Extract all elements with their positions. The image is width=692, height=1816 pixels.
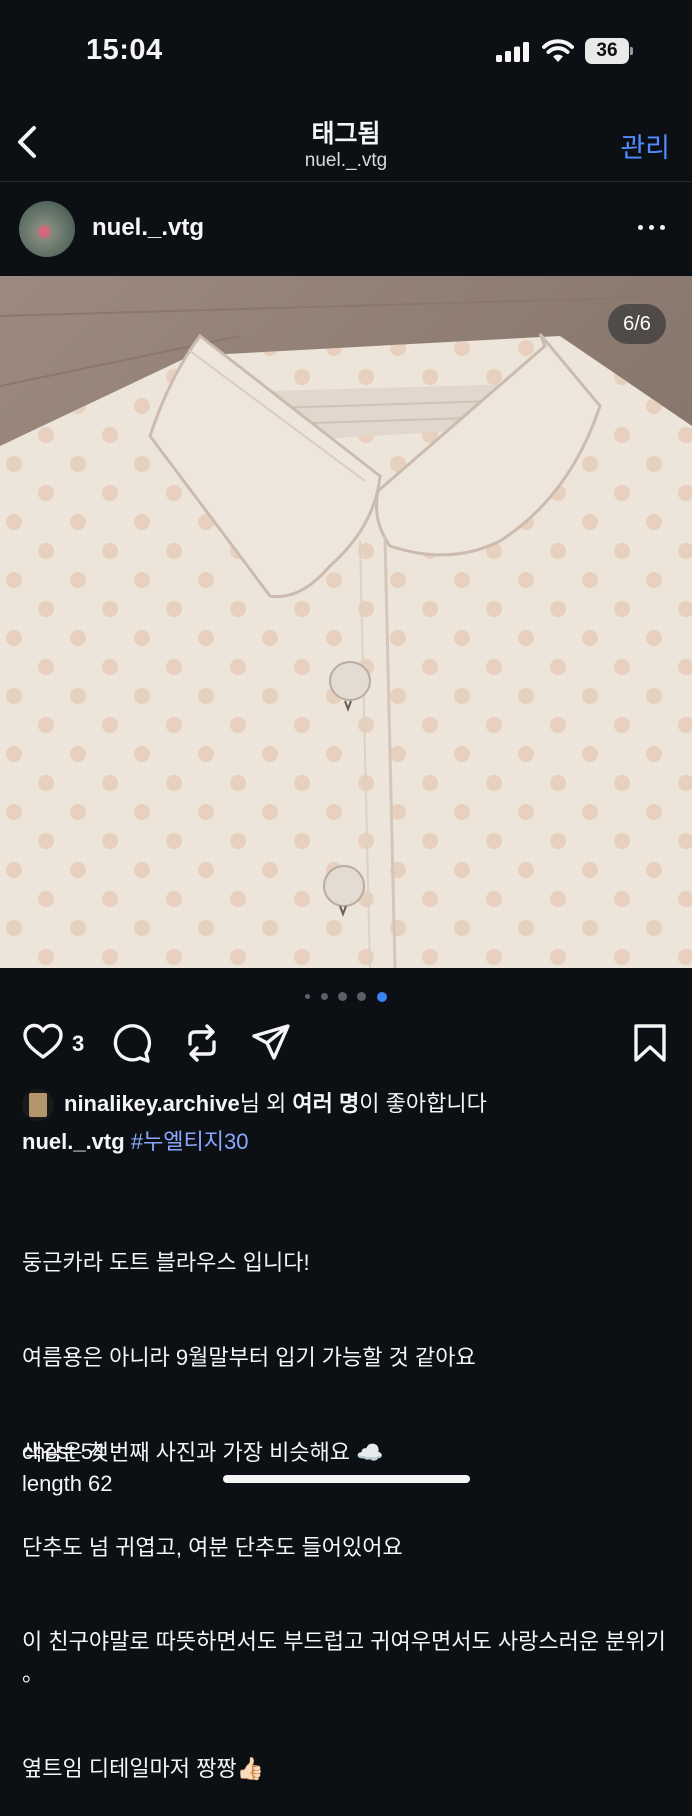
post-username[interactable]: nuel._.vtg	[92, 214, 204, 242]
caption-line: 단추도 넘 귀엽고, 여분 단추도 들어있어요	[22, 1534, 403, 1560]
battery-nub	[630, 47, 633, 55]
carousel-dot	[305, 994, 311, 1000]
likes-text-2: 이 좋아합니다	[359, 1091, 487, 1116]
post-actions: 3	[0, 1016, 692, 1072]
carousel-dot-active	[376, 991, 387, 1002]
heart-icon[interactable]	[22, 1022, 64, 1062]
likes-summary[interactable]: ninalikey.archive님 외 여러 명이 좋아합니다	[22, 1086, 487, 1122]
carousel-dots	[0, 988, 692, 1002]
avatar[interactable]	[19, 201, 75, 257]
liker-avatar	[22, 1089, 54, 1122]
caption-line: 옆트임 디테일마저 짱짱👍🏻	[22, 1755, 265, 1781]
home-indicator[interactable]	[223, 1475, 470, 1483]
post-header: nuel._.vtg	[0, 182, 692, 276]
carousel-dot	[320, 993, 328, 1001]
measurement-line: length 62	[22, 1470, 113, 1496]
caption-line: 이 친구야말로 따뜻하면서도 부드럽고 귀여우면서도 사랑스러운 분위기 。	[22, 1629, 673, 1686]
status-time: 15:04	[86, 34, 163, 66]
caption-header: nuel._.vtg #누엘티지30	[22, 1124, 248, 1156]
caption-username[interactable]: nuel._.vtg	[22, 1129, 125, 1154]
hashtag-link[interactable]: #누엘티지30	[131, 1129, 249, 1154]
cellular-signal-icon	[496, 42, 529, 62]
status-bar: 15:04 36	[0, 0, 692, 100]
measurements: chest 54 length 62	[22, 1436, 113, 1499]
measurement-line: chest 54	[22, 1439, 106, 1464]
blouse-photo-image	[0, 276, 692, 968]
comment-icon[interactable]	[110, 1022, 152, 1064]
likes-text-1: 님 외	[239, 1091, 293, 1116]
page-subtitle: nuel._.vtg	[304, 150, 388, 171]
caption-line: 둥근카라 도트 블라우스 입니다!	[22, 1250, 310, 1276]
carousel-dot	[357, 992, 367, 1002]
post-photo[interactable]: 6/6	[0, 276, 692, 968]
photo-counter: 6/6	[608, 304, 666, 344]
manage-button[interactable]: 관리	[620, 126, 670, 165]
battery-indicator: 36	[585, 38, 633, 64]
carousel-dot	[338, 992, 347, 1002]
top-nav: 태그됨 nuel._.vtg 관리	[0, 100, 692, 180]
share-icon[interactable]	[250, 1022, 292, 1064]
wifi-icon	[542, 39, 574, 62]
liker-username[interactable]: ninalikey.archive	[64, 1091, 240, 1116]
page-title: 태그됨	[311, 120, 381, 148]
repost-icon[interactable]	[182, 1022, 222, 1064]
caption-line: 여름용은 아니라 9월말부터 입기 가능할 것 같아요	[22, 1344, 476, 1370]
like-count[interactable]: 3	[72, 1031, 84, 1057]
caption-line: 색감은 첫번째 사진과 가장 비슷해요 ☁️	[22, 1439, 384, 1465]
more-icon[interactable]	[638, 222, 668, 232]
battery-level: 36	[585, 38, 629, 64]
likes-text-bold[interactable]: 여러 명	[292, 1091, 359, 1116]
bookmark-icon[interactable]	[632, 1022, 668, 1064]
